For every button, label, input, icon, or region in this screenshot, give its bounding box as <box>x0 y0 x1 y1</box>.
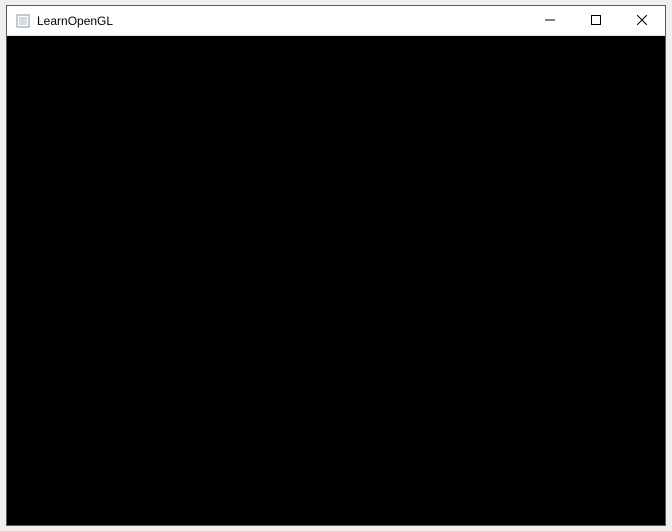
titlebar[interactable]: LearnOpenGL <box>7 6 665 36</box>
close-icon <box>637 13 647 28</box>
maximize-icon <box>591 13 601 28</box>
minimize-button[interactable] <box>527 6 573 35</box>
maximize-button[interactable] <box>573 6 619 35</box>
app-icon <box>15 13 31 29</box>
window-controls <box>527 6 665 35</box>
opengl-viewport[interactable] <box>7 36 665 525</box>
minimize-icon <box>545 13 555 28</box>
application-window: LearnOpenGL <box>6 5 666 526</box>
window-title: LearnOpenGL <box>37 6 113 36</box>
close-button[interactable] <box>619 6 665 35</box>
